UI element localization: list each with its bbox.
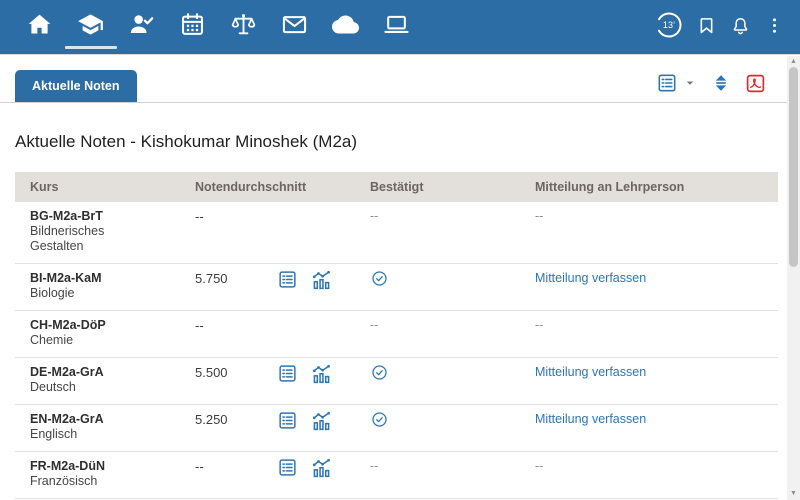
sort-icon[interactable] — [710, 72, 732, 94]
grade-chart-icon[interactable] — [310, 457, 333, 484]
column-header-bestaetigt: Bestätigt — [370, 172, 535, 202]
course-name: Englisch — [30, 427, 78, 441]
course-code: BI-M2a-KaM — [30, 271, 102, 285]
scales-icon[interactable] — [218, 0, 269, 54]
grade-details-icon[interactable] — [277, 269, 298, 296]
grades-table: Kurs Notendurchschnitt Bestätigt Mitteil… — [15, 172, 778, 500]
column-settings-button[interactable] — [656, 72, 697, 94]
course-name: Deutsch — [30, 380, 76, 394]
grade-average: 5.250 — [195, 412, 228, 427]
topbar-right-actions: 13' — [654, 10, 786, 40]
compose-message-link[interactable]: Mitteilung verfassen — [535, 412, 646, 426]
grade-details-icon[interactable] — [277, 457, 298, 484]
message-empty: -- — [535, 318, 544, 332]
tab-aktuelle-noten[interactable]: Aktuelle Noten — [15, 69, 137, 102]
person-check-icon[interactable] — [116, 0, 167, 54]
confirmed-check-icon — [370, 410, 389, 433]
table-row: CH-M2a-DöP Chemie -- -- -- — [15, 310, 778, 358]
scroll-up-icon[interactable]: ▲ — [787, 57, 800, 67]
course-code: FR-M2a-DüN — [30, 459, 105, 473]
course-name: Chemie — [30, 333, 74, 347]
course-name: Bildnerisches Gestalten — [30, 224, 105, 253]
course-name: Biologie — [30, 286, 75, 300]
bookmark-icon[interactable] — [694, 13, 718, 37]
app-window: 13' Aktuelle Noten Aktuelle Noten - Kish… — [0, 0, 800, 500]
column-header-notendurchschnitt: Notendurchschnitt — [195, 172, 370, 202]
main-content: Aktuelle Noten - Kishokumar Minoshek (M2… — [0, 132, 800, 500]
cloud-icon[interactable] — [320, 0, 371, 54]
grade-chart-icon[interactable] — [310, 363, 333, 390]
top-navigation-bar: 13' — [0, 0, 800, 55]
table-row: FR-M2a-DüN Französisch -- -- -- — [15, 451, 778, 499]
confirmed-empty: -- — [370, 209, 379, 223]
confirmed-empty: -- — [370, 459, 379, 473]
grade-average: 5.750 — [195, 271, 228, 286]
tab-bar: Aktuelle Noten — [0, 55, 800, 103]
column-header-kurs: Kurs — [15, 172, 195, 202]
table-row: DE-M2a-GrA Deutsch 5.500 Mitteilung verf… — [15, 357, 778, 405]
notifications-bell-icon[interactable] — [728, 13, 752, 37]
pdf-export-icon[interactable] — [745, 73, 766, 94]
column-header-mitteilung: Mitteilung an Lehrperson — [535, 172, 778, 202]
main-nav — [14, 0, 422, 54]
page-title: Aktuelle Noten - Kishokumar Minoshek (M2… — [15, 132, 358, 151]
table-row: BG-M2a-BrT Bildnerisches Gestalten -- --… — [15, 202, 778, 264]
message-empty: -- — [535, 209, 544, 223]
course-code: BG-M2a-BrT — [30, 209, 103, 223]
scrollbar[interactable]: ▲ ▼ — [787, 56, 800, 500]
more-options-icon[interactable] — [762, 13, 786, 37]
compose-message-link[interactable]: Mitteilung verfassen — [535, 271, 646, 285]
grade-average: -- — [195, 209, 204, 224]
grade-details-icon[interactable] — [277, 410, 298, 437]
grade-details-icon[interactable] — [277, 363, 298, 390]
scroll-down-icon[interactable]: ▼ — [787, 489, 800, 499]
compose-message-link[interactable]: Mitteilung verfassen — [535, 365, 646, 379]
session-timer-icon[interactable]: 13' — [654, 10, 684, 40]
confirmed-check-icon — [370, 269, 389, 292]
chevron-down-icon — [683, 76, 697, 90]
grades-table-body: BG-M2a-BrT Bildnerisches Gestalten -- --… — [15, 202, 778, 500]
confirmed-empty: -- — [370, 318, 379, 332]
laptop-icon[interactable] — [371, 0, 422, 54]
table-header-row: Kurs Notendurchschnitt Bestätigt Mitteil… — [15, 172, 778, 202]
grade-chart-icon[interactable] — [310, 269, 333, 296]
table-toolbar — [656, 72, 784, 102]
course-code: DE-M2a-GrA — [30, 365, 104, 379]
confirmed-check-icon — [370, 363, 389, 386]
education-icon[interactable] — [65, 0, 117, 54]
home-icon[interactable] — [14, 0, 65, 54]
table-row: EN-M2a-GrA Englisch 5.250 Mitteilung ver… — [15, 404, 778, 452]
grade-average: -- — [195, 459, 204, 474]
course-code: EN-M2a-GrA — [30, 412, 104, 426]
scrollbar-thumb[interactable] — [789, 67, 798, 267]
grade-average: -- — [195, 318, 204, 333]
course-code: CH-M2a-DöP — [30, 318, 106, 332]
grade-average: 5.500 — [195, 365, 228, 380]
course-name: Französisch — [30, 474, 98, 488]
table-row: BI-M2a-KaM Biologie 5.750 Mitteilung ver… — [15, 263, 778, 311]
grade-chart-icon[interactable] — [310, 410, 333, 437]
calendar-icon[interactable] — [167, 0, 218, 54]
message-empty: -- — [535, 459, 544, 473]
mail-icon[interactable] — [269, 0, 320, 54]
